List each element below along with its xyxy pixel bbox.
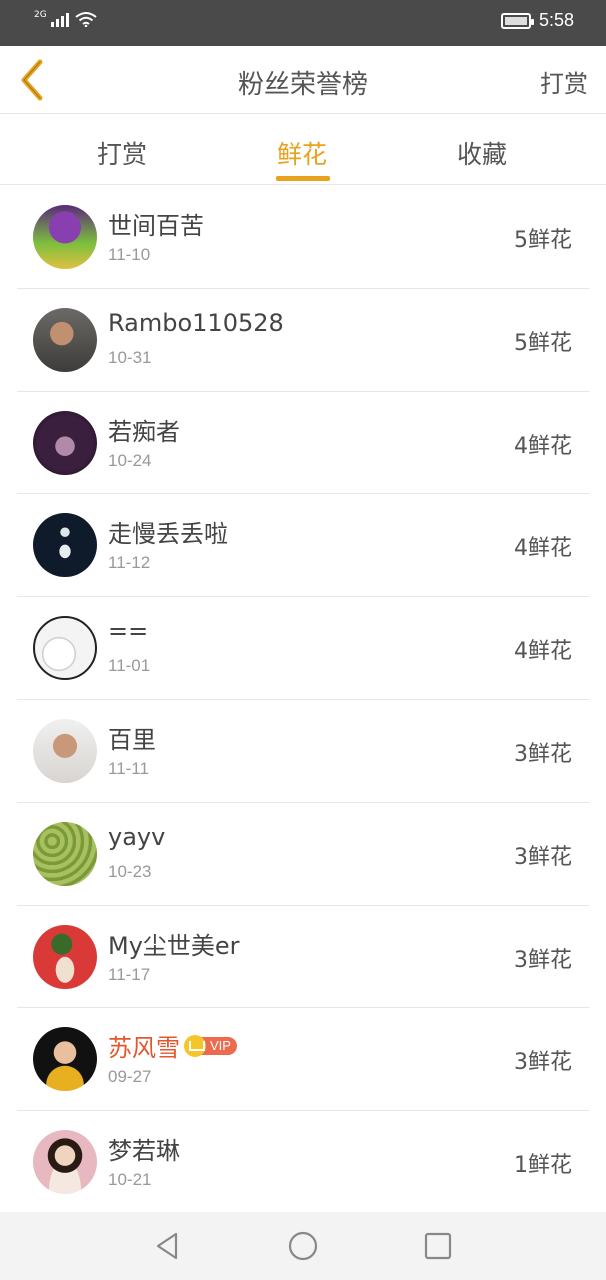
list-item[interactable]: 若痴者 10-24 4鲜花 (17, 392, 589, 495)
avatar (33, 513, 97, 578)
tab-reward[interactable]: 打赏 (97, 135, 147, 171)
circle-home-icon (288, 1231, 318, 1261)
fan-name-text: 苏风雪 (108, 1034, 180, 1063)
list-item[interactable]: 梦若琳 10-21 1鲜花 (17, 1111, 589, 1214)
list-item[interactable]: 苏风雪 VIP 09-27 3鲜花 (17, 1008, 589, 1112)
vip-badge: VIP (184, 1034, 237, 1057)
flower-count: 5鲜花 (514, 330, 572, 356)
status-bar: 2G 5:58 (0, 0, 606, 46)
avatar (33, 616, 97, 681)
avatar (33, 718, 97, 783)
crown-icon (184, 1034, 206, 1057)
triangle-back-icon (156, 1232, 178, 1260)
system-nav-bar (0, 1212, 606, 1280)
avatar (33, 1027, 97, 1092)
fan-name: My尘世美er (108, 931, 240, 960)
fan-date: 10-24 (108, 450, 152, 470)
wifi-icon (75, 12, 97, 27)
list-item[interactable]: == 11-01 4鲜花 (17, 597, 589, 700)
nav-home-button[interactable] (287, 1230, 319, 1262)
fan-name: 苏风雪 VIP (108, 1028, 237, 1063)
fan-name: 走慢丢丢啦 (108, 520, 228, 549)
flower-count: 4鲜花 (514, 433, 572, 459)
fan-name: 百里 (108, 725, 156, 754)
flower-count: 4鲜花 (514, 639, 572, 665)
fan-name: 世间百苦 (108, 212, 204, 240)
fan-name: 梦若琳 (108, 1137, 180, 1166)
fan-name: == (108, 617, 149, 646)
flower-count: 4鲜花 (514, 536, 572, 562)
fan-date: 11-11 (108, 758, 149, 778)
fan-date: 11-12 (108, 553, 151, 573)
nav-recents-button[interactable] (422, 1230, 454, 1262)
flower-count: 3鲜花 (514, 1050, 572, 1076)
flower-count: 1鲜花 (514, 1153, 572, 1179)
avatar (33, 307, 97, 372)
list-item[interactable]: yayv 10-23 3鲜花 (17, 803, 589, 906)
avatar (33, 1130, 97, 1195)
flower-count: 3鲜花 (514, 947, 572, 973)
tab-flowers[interactable]: 鲜花 (277, 135, 327, 171)
flower-count: 5鲜花 (514, 228, 572, 253)
fan-list: 世间百苦 11-10 5鲜花 Rambo110528 10-31 5鲜花 若痴者… (0, 186, 606, 1214)
fan-date: 10-23 (108, 861, 152, 881)
tab-favorites[interactable]: 收藏 (457, 135, 507, 171)
flower-count: 3鲜花 (514, 844, 572, 870)
fan-name: yayv (108, 822, 166, 851)
status-right: 5:58 (500, 10, 574, 31)
fan-date: 09-27 (108, 1067, 152, 1087)
tab-indicator (276, 176, 330, 181)
fan-name: 若痴者 (108, 417, 180, 446)
reward-button[interactable]: 打赏 (540, 64, 588, 99)
title-bar: 粉丝荣誉榜 打赏 (0, 46, 606, 114)
square-recents-icon (424, 1232, 452, 1260)
list-item[interactable]: 世间百苦 11-10 5鲜花 (17, 186, 589, 289)
fan-name: Rambo110528 (108, 308, 284, 337)
fan-date: 10-21 (108, 1170, 152, 1190)
list-item[interactable]: My尘世美er 11-17 3鲜花 (17, 906, 589, 1009)
clock: 5:58 (538, 10, 574, 30)
fan-date: 11-10 (108, 245, 151, 264)
list-item[interactable]: 走慢丢丢啦 11-12 4鲜花 (17, 494, 589, 598)
fan-date: 11-01 (108, 656, 151, 676)
avatar (33, 821, 97, 886)
page-title: 粉丝荣誉榜 (237, 70, 368, 100)
avatar (33, 205, 97, 269)
signal-icon (50, 11, 69, 27)
avatar (33, 924, 97, 989)
list-item[interactable]: 百里 11-11 3鲜花 (17, 700, 589, 803)
status-left: 2G (34, 11, 97, 27)
nav-back-button[interactable] (152, 1230, 184, 1262)
battery-icon (500, 12, 534, 29)
flower-count: 3鲜花 (514, 741, 572, 767)
fan-date: 11-17 (108, 964, 151, 984)
fan-date: 10-31 (108, 347, 152, 367)
list-item[interactable]: Rambo110528 10-31 5鲜花 (17, 289, 589, 392)
network-type: 2G (34, 10, 47, 20)
avatar (33, 410, 97, 475)
tab-bar: 打赏 鲜花 收藏 (0, 115, 606, 185)
